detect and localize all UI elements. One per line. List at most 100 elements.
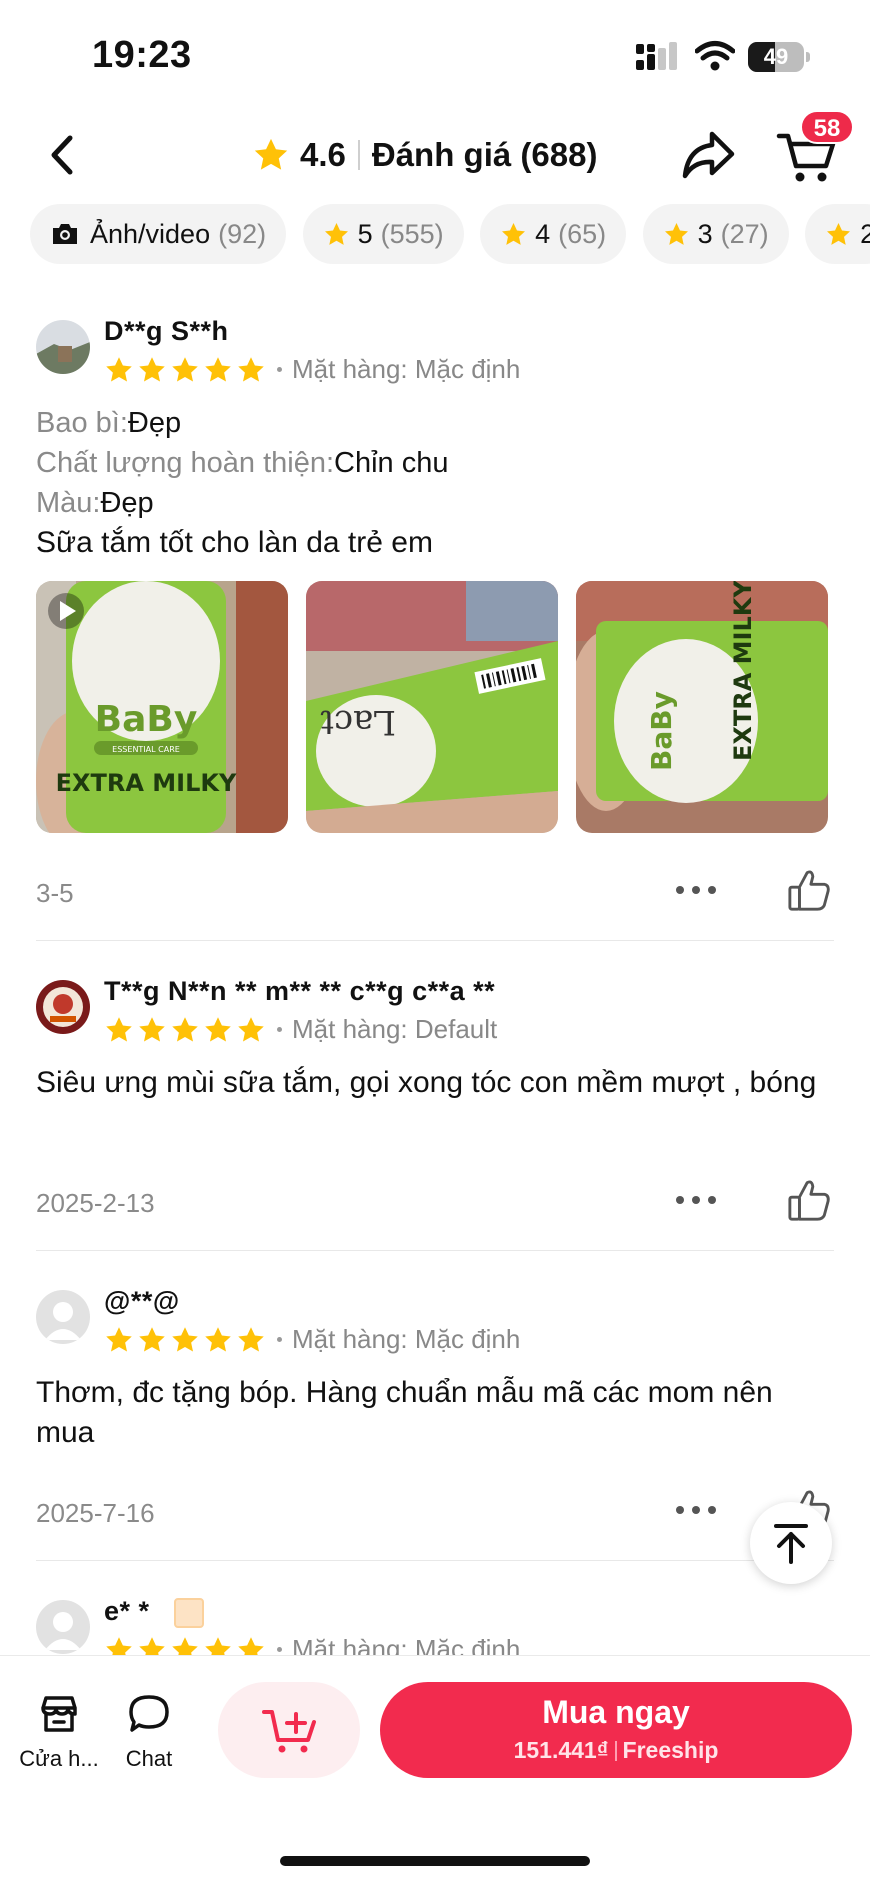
back-arrow-icon[interactable] — [38, 130, 88, 180]
more-options-icon[interactable] — [676, 1506, 716, 1518]
avatar[interactable] — [36, 1600, 90, 1654]
title-divider — [357, 140, 360, 170]
star-icon — [104, 355, 134, 385]
review-divider — [36, 940, 834, 941]
filter-5-star[interactable]: 5 (555) — [302, 204, 464, 264]
variant-label: Mặt hàng: Mặc định — [292, 354, 521, 384]
star-icon — [170, 1635, 200, 1656]
filter-count: (555) — [380, 218, 444, 249]
status-time: 19:23 — [92, 34, 192, 76]
filter-4-star[interactable]: 4 (65) — [480, 204, 627, 264]
battery-body: 49 — [748, 42, 804, 72]
avatar[interactable] — [36, 1290, 90, 1344]
share-icon[interactable] — [680, 128, 736, 182]
chat-icon — [129, 1695, 169, 1732]
shop-label: Cửa h... — [19, 1746, 99, 1771]
star-icon — [236, 1325, 266, 1355]
reviewer-name: e* * — [104, 1596, 204, 1628]
battery-cap — [806, 52, 810, 62]
star-icon — [104, 1325, 134, 1355]
arrow-up-icon — [774, 1524, 808, 1564]
price-divider — [614, 1740, 617, 1761]
separator-dot — [277, 367, 282, 372]
scroll-to-top-button[interactable] — [750, 1502, 832, 1584]
star-rating: Mặt hàng: Default — [104, 1014, 497, 1045]
photo-product-text: EXTRA MILKY — [729, 581, 757, 761]
star-icon — [137, 1325, 167, 1355]
star-icon — [104, 1015, 134, 1045]
filter-label: 4 — [535, 218, 551, 249]
separator-dot — [277, 1647, 282, 1652]
bottom-action-bar: Cửa h... Chat Mua ngay 151.441₫ Freeship — [0, 1655, 870, 1883]
variant-label: Mặt hàng: Mặc định — [292, 1324, 521, 1354]
separator-dot — [277, 1027, 282, 1032]
filter-count: (65) — [558, 218, 607, 249]
star-icon — [170, 1325, 200, 1355]
attribute-key: Chất lượng hoàn thiện: — [36, 447, 335, 479]
avatar[interactable] — [36, 320, 90, 374]
add-to-cart-button[interactable] — [218, 1682, 360, 1778]
filter-count: (27) — [720, 218, 769, 249]
review-attribute: Bao bì:Đẹp — [36, 403, 181, 443]
battery-indicator: 49 — [748, 42, 810, 72]
add-to-cart-icon — [262, 1710, 316, 1753]
review-attribute: Màu:Đẹp — [36, 483, 154, 523]
review-text: Thơm, đc tặng bóp. Hàng chuẩn mẫu mã các… — [36, 1376, 773, 1449]
star-icon — [236, 1635, 266, 1656]
review-item: @**@ Mặt hàng: Mặc định Thơm, đc tặng bó… — [0, 1270, 870, 1561]
filter-2-star[interactable]: 2 — [805, 204, 870, 264]
review-item: T**g N**n ** m** ** c**g c**a ** Mặt hàn… — [0, 960, 870, 1251]
star-icon — [236, 355, 266, 385]
reviewer-name: T**g N**n ** m** ** c**g c**a ** — [104, 976, 496, 1006]
review-divider — [36, 1250, 834, 1251]
camera-icon — [53, 224, 77, 244]
star-rating: Mặt hàng: Mặc định — [104, 1324, 520, 1355]
attribute-value: Chỉn chu — [334, 447, 449, 479]
attribute-key: Bao bì: — [36, 407, 128, 439]
star-rating: Mặt hàng: Mặc định — [104, 1634, 520, 1655]
photo-brand-text: BaBy — [95, 699, 198, 740]
review-photo[interactable]: BaBy ESSENTIAL CARE EXTRA MILKY — [36, 581, 288, 833]
filter-3-star[interactable]: 3 (27) — [642, 204, 789, 264]
star-icon — [203, 1635, 233, 1656]
review-count-title: Đánh giá (688) — [371, 136, 598, 173]
star-icon — [203, 1015, 233, 1045]
filter-label: 3 — [697, 218, 713, 249]
avatar[interactable] — [36, 980, 90, 1034]
chat-label: Chat — [125, 1746, 173, 1771]
star-icon — [137, 355, 167, 385]
review-date: 2025-7-16 — [36, 1498, 155, 1528]
wifi-icon — [695, 41, 735, 71]
star-icon — [170, 1015, 200, 1045]
star-icon — [236, 1015, 266, 1045]
status-bar: 19:23 49 — [0, 0, 870, 110]
review-photo[interactable]: Lact — [306, 581, 558, 833]
review-date: 2025-2-13 — [36, 1188, 155, 1218]
photo-brand-text: BaBy — [645, 691, 678, 771]
attribute-value: Đẹp — [127, 407, 182, 439]
buy-now-button[interactable]: Mua ngay 151.441₫ Freeship — [380, 1682, 852, 1778]
battery-percent: 49 — [763, 44, 789, 69]
filter-count: (92) — [218, 218, 267, 249]
star-icon — [252, 136, 290, 174]
like-icon[interactable] — [786, 868, 832, 912]
photo-tag-text: ESSENTIAL CARE — [112, 745, 180, 754]
photo-product-text: EXTRA MILKY — [56, 769, 237, 797]
chat-button[interactable]: Chat — [104, 1692, 194, 1772]
member-badge — [173, 1597, 204, 1628]
review-photo[interactable]: BaBy EXTRA MILKY — [576, 581, 828, 833]
review-text: Sữa tắm tốt cho làn da trẻ em — [36, 526, 433, 559]
star-icon — [203, 355, 233, 385]
star-icon — [825, 221, 852, 248]
like-icon[interactable] — [786, 1178, 832, 1222]
variant-label: Mặt hàng: Default — [292, 1014, 498, 1044]
reviewer-name: D**g S**h — [104, 316, 229, 346]
variant-label: Mặt hàng: Mặc định — [292, 1634, 521, 1655]
more-options-icon[interactable] — [676, 1196, 716, 1208]
filter-label: 5 — [357, 218, 373, 249]
star-icon — [663, 221, 690, 248]
filter-photo-video[interactable]: Ảnh/video (92) — [30, 204, 287, 264]
more-options-icon[interactable] — [676, 886, 716, 898]
shop-button[interactable]: Cửa h... — [14, 1692, 104, 1772]
price: 151.441₫ — [513, 1737, 609, 1763]
